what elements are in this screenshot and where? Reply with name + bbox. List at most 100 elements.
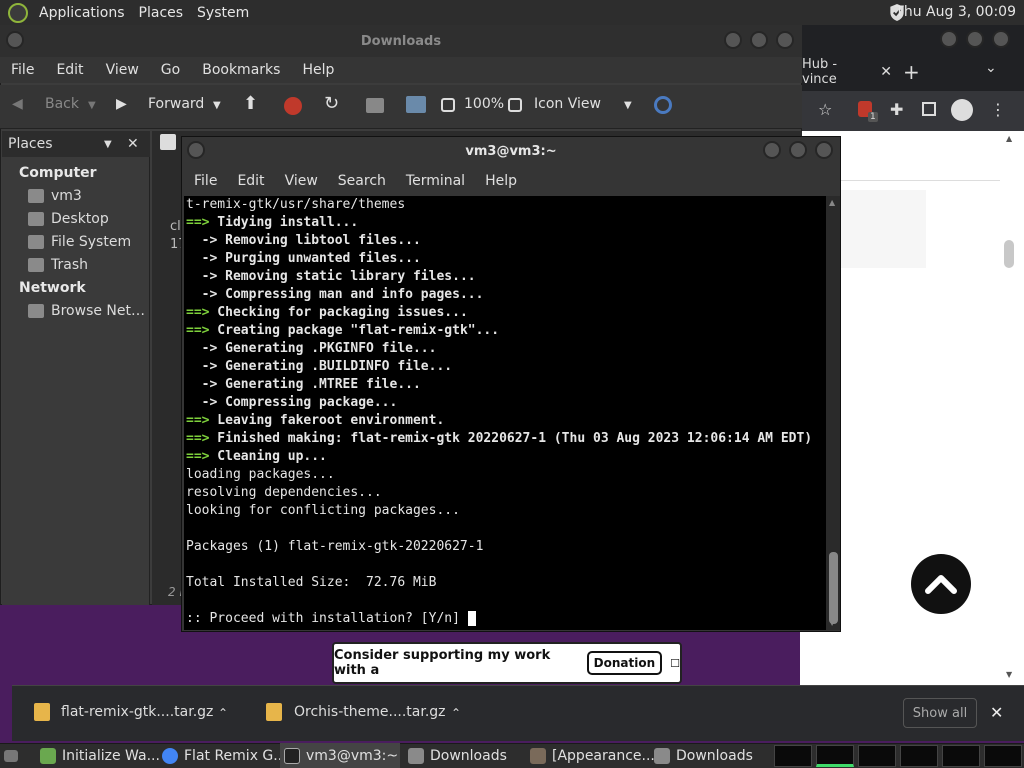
workspace-switcher-6[interactable] [984, 745, 1022, 767]
minimize-button[interactable] [724, 31, 742, 49]
menu-terminal[interactable]: Terminal [396, 173, 475, 189]
edit-path-icon[interactable] [160, 134, 176, 150]
chevron-up-icon[interactable]: ⌃ [218, 706, 228, 720]
menu-places[interactable]: Places [132, 5, 191, 21]
zoom-in-icon[interactable] [508, 98, 522, 112]
taskbar-item[interactable]: Downloads [404, 743, 507, 768]
search-icon[interactable] [654, 96, 672, 114]
terminal-line-text: Generating .PKGINFO file... [217, 341, 437, 356]
forward-arrow-icon[interactable]: ▶ [116, 96, 127, 112]
home-icon[interactable] [366, 98, 384, 113]
workspace-switcher-3[interactable] [858, 745, 896, 767]
taskbar-item[interactable]: Flat Remix G... [158, 743, 287, 768]
close-button[interactable] [815, 141, 833, 159]
terminal-line-prefix: -> [186, 341, 218, 356]
kebab-menu-icon[interactable]: ⋮ [990, 100, 1006, 119]
clock[interactable]: Thu Aug 3, 00:09 [895, 4, 1016, 20]
menu-go[interactable]: Go [150, 62, 191, 78]
menu-bookmarks[interactable]: Bookmarks [191, 62, 291, 78]
menu-file[interactable]: File [0, 62, 45, 78]
download-item[interactable]: Orchis-theme....tar.gz [294, 704, 446, 720]
menu-view[interactable]: View [95, 62, 150, 78]
new-tab-button[interactable]: + [903, 60, 920, 84]
terminal-line-prefix: -> [186, 251, 218, 266]
sidebar-dropdown-icon[interactable]: ▼ [104, 139, 112, 150]
donation-button[interactable]: Donation [586, 651, 663, 675]
menu-search[interactable]: Search [328, 173, 396, 189]
menu-applications[interactable]: Applications [32, 5, 132, 21]
show-all-button[interactable]: Show all [903, 698, 977, 728]
maximize-button[interactable] [966, 30, 984, 48]
distro-logo-icon[interactable] [8, 2, 28, 23]
minimize-button[interactable] [763, 141, 781, 159]
sidebar-item-file-system[interactable]: File System [28, 234, 131, 250]
sidebar-item-desktop[interactable]: Desktop [28, 211, 109, 227]
terminal-line-text: :: Proceed with installation? [Y/n] [186, 611, 468, 626]
menu-edit[interactable]: Edit [45, 62, 94, 78]
terminal-output[interactable]: t-remix-gtk/usr/share/themes ==> Tidying … [184, 196, 826, 630]
menu-system[interactable]: System [190, 5, 256, 21]
taskbar-item[interactable]: [Appearance... [526, 743, 655, 768]
window-menu-button[interactable] [6, 31, 24, 49]
menu-edit[interactable]: Edit [227, 173, 274, 189]
maximize-button[interactable] [789, 141, 807, 159]
window-menu-button[interactable] [187, 141, 205, 159]
taskbar-item[interactable]: Initialize Wa... [36, 743, 160, 768]
bookmark-star-icon[interactable]: ☆ [818, 100, 832, 119]
file-manager-titlebar[interactable]: Downloads [0, 25, 802, 57]
taskbar-item-active[interactable]: vm3@vm3:~ [280, 743, 400, 768]
browser-tab[interactable]: Hub - vince ✕ [800, 56, 892, 88]
menu-view[interactable]: View [275, 173, 328, 189]
sidebar-item-vm3[interactable]: vm3 [28, 188, 82, 204]
scrollbar-thumb[interactable] [1004, 240, 1014, 268]
maximize-button[interactable] [750, 31, 768, 49]
forward-button[interactable]: Forward [148, 96, 204, 112]
close-button[interactable] [992, 30, 1010, 48]
workspace-switcher-4[interactable] [900, 745, 938, 767]
forward-dropdown-icon[interactable]: ▼ [213, 100, 221, 111]
scroll-down-arrow-icon[interactable]: ▼ [1006, 670, 1012, 679]
scroll-up-arrow-icon[interactable]: ▲ [1006, 134, 1012, 143]
zoom-out-icon[interactable] [441, 98, 455, 112]
zoom-level[interactable]: 100% [464, 96, 504, 112]
profile-avatar[interactable] [951, 99, 973, 121]
scroll-to-top-button[interactable] [911, 554, 971, 614]
sidebar-item-trash[interactable]: Trash [28, 257, 88, 273]
close-button[interactable] [776, 31, 794, 49]
scroll-up-arrow-icon[interactable]: ▲ [829, 198, 835, 207]
back-dropdown-icon[interactable]: ▼ [88, 100, 96, 111]
view-mode-select[interactable]: Icon View [534, 96, 601, 112]
close-tab-icon[interactable]: ✕ [880, 64, 892, 80]
extensions-puzzle-icon[interactable]: ✚ [890, 100, 903, 119]
workspace-switcher-1[interactable] [774, 745, 812, 767]
minimize-button[interactable] [940, 30, 958, 48]
close-icon[interactable]: ✕ [990, 703, 1003, 722]
workspace-switcher-2[interactable] [816, 745, 854, 767]
download-item[interactable]: flat-remix-gtk....tar.gz [61, 704, 213, 720]
menu-help[interactable]: Help [291, 62, 345, 78]
side-panel-icon[interactable] [922, 102, 936, 116]
sidebar-close-icon[interactable]: ✕ [127, 136, 139, 152]
back-button[interactable]: Back [45, 96, 79, 112]
view-mode-dropdown-icon[interactable]: ▼ [624, 100, 632, 111]
close-icon[interactable]: ☐ [670, 657, 680, 670]
up-arrow-icon[interactable]: ⬆ [243, 93, 258, 114]
workspace-switcher-5[interactable] [942, 745, 980, 767]
taskbar-item[interactable]: Downloads [650, 743, 753, 768]
chevron-down-icon[interactable]: ⌄ [985, 60, 997, 76]
terminal-line-text: Checking for packaging issues... [209, 305, 468, 320]
back-arrow-icon[interactable]: ◀ [12, 96, 23, 112]
scroll-down-arrow-icon[interactable]: ▼ [829, 618, 835, 627]
terminal-line-text: Creating package "flat-remix-gtk"... [209, 323, 500, 338]
show-desktop-icon[interactable] [0, 743, 24, 768]
terminal-titlebar[interactable]: vm3@vm3:~ [181, 136, 841, 166]
menu-file[interactable]: File [184, 173, 227, 189]
computer-icon[interactable] [406, 96, 426, 113]
stop-icon[interactable] [284, 97, 302, 115]
reload-icon[interactable]: ↻ [324, 93, 339, 114]
chevron-up-icon[interactable]: ⌃ [451, 706, 461, 720]
terminal-scrollbar-thumb[interactable] [829, 552, 838, 624]
sidebar-header[interactable]: Places ▼ ✕ [2, 131, 150, 157]
sidebar-item-browse-network[interactable]: Browse Net… [28, 303, 145, 319]
menu-help[interactable]: Help [475, 173, 527, 189]
